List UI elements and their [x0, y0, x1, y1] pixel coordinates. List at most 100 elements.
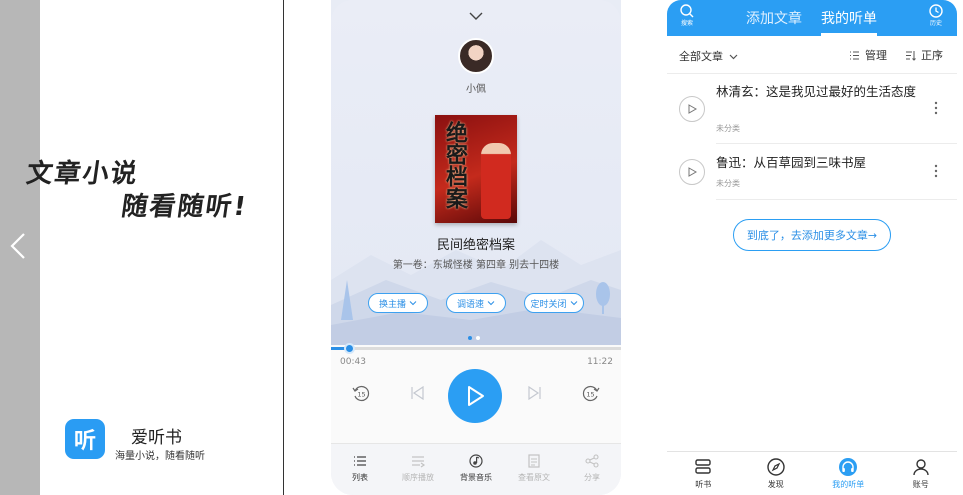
change-anchor-button[interactable]: 换主播	[368, 293, 428, 313]
filter-bar: 全部文章 管理 正序	[667, 36, 957, 74]
toolbar-background-music[interactable]: 背景音乐	[447, 444, 505, 495]
history-button[interactable]: 历史	[924, 3, 948, 27]
chevron-down-icon	[729, 54, 738, 59]
chevron-down-icon	[409, 301, 417, 306]
user-icon	[913, 459, 929, 476]
manage-label: 管理	[865, 49, 887, 62]
book-stack-icon	[695, 459, 711, 474]
forward-15-icon[interactable]: 15	[581, 383, 601, 403]
total-time: 11:22	[587, 357, 613, 367]
sort-button[interactable]: 正序	[905, 47, 943, 63]
book-title: 民间绝密档案	[436, 238, 515, 253]
more-vertical-icon[interactable]	[933, 163, 939, 179]
book-cover[interactable]: 绝密档案	[435, 115, 517, 223]
player-hero: 小佩 绝密档案 民间绝密档案 第一卷：东城怪楼 第四章 别去十四楼 换主播 调语…	[331, 0, 621, 345]
play-icon	[688, 104, 697, 114]
chevron-down-icon	[487, 301, 495, 306]
toolbar-label: 分享	[584, 473, 600, 482]
slogan-line-1: 文章小说	[24, 159, 141, 189]
player-toolbar: 列表 顺序播放 背景音乐 查看原文 分享	[331, 443, 621, 495]
pill-label: 换主播	[378, 299, 406, 310]
item-category: 未分类	[716, 124, 740, 133]
more-vertical-icon[interactable]	[933, 100, 939, 116]
chevron-down-icon[interactable]	[468, 8, 484, 24]
play-button[interactable]	[448, 369, 502, 423]
divider	[716, 143, 957, 144]
app-name: 爱听书	[131, 428, 182, 448]
chevron-down-icon	[570, 301, 577, 306]
pill-label: 定时关闭	[530, 299, 567, 310]
progress-knob[interactable]	[344, 343, 355, 354]
list-item[interactable]: 林清玄：这是我见过最好的生活态度 未分类	[667, 74, 957, 144]
toolbar-list[interactable]: 列表	[331, 444, 389, 495]
list-item[interactable]: 鲁迅：从百草园到三味书屋 未分类	[667, 145, 957, 200]
item-title: 林清玄：这是我见过最好的生活态度	[716, 84, 917, 99]
nav-discover[interactable]: 发现	[740, 452, 813, 495]
filter-dropdown[interactable]: 全部文章	[679, 48, 739, 64]
speed-button[interactable]: 调语速	[446, 293, 506, 313]
progress-bar[interactable]	[331, 343, 621, 354]
rewind-label: 15	[357, 391, 365, 399]
history-label: 历史	[929, 20, 942, 27]
add-more-articles-button[interactable]: 到底了，去添加更多文章→	[733, 219, 891, 251]
rewind-15-icon[interactable]: 15	[351, 383, 371, 403]
toolbar-view-original[interactable]: 查看原文	[505, 444, 563, 495]
compass-icon	[767, 458, 785, 476]
divider	[716, 199, 957, 200]
nav-label: 听书	[695, 480, 712, 489]
chevron-left-icon[interactable]	[4, 226, 34, 266]
toolbar-label: 背景音乐	[460, 473, 492, 482]
document-icon	[528, 454, 540, 468]
toolbar-label: 查看原文	[518, 473, 550, 482]
anchor-name: 小佩	[466, 84, 486, 95]
player-screen: 小佩 绝密档案 民间绝密档案 第一卷：东城怪楼 第四章 别去十四楼 换主播 调语…	[331, 0, 621, 495]
tab-add-article[interactable]: 添加文章	[746, 8, 802, 28]
side-strip	[0, 0, 40, 495]
toolbar-label: 列表	[352, 473, 368, 482]
cover-figure	[481, 143, 511, 219]
search-icon	[680, 4, 694, 18]
page-indicator	[468, 336, 480, 340]
share-icon	[585, 454, 599, 468]
anchor-avatar[interactable]	[458, 38, 494, 74]
forward-label: 15	[586, 391, 594, 399]
list-icon	[354, 456, 366, 466]
manage-button[interactable]: 管理	[849, 47, 887, 63]
toolbar-sequence[interactable]: 顺序播放	[389, 444, 447, 495]
play-icon	[468, 386, 484, 406]
item-category: 未分类	[716, 179, 740, 188]
slogan-line-2: 随看随听!	[119, 192, 250, 222]
next-icon[interactable]	[525, 383, 545, 403]
app-description: 海量小说，随看随听	[115, 451, 205, 462]
toolbar-label: 顺序播放	[402, 473, 434, 482]
my-list-screen: 搜索 添加文章 我的听单 历史 全部文章 管理 正序 林清玄：这是我见过最好的生…	[667, 0, 957, 495]
nav-label: 账号	[912, 480, 929, 489]
sleep-timer-button[interactable]: 定时关闭	[524, 293, 584, 313]
top-bar: 搜索 添加文章 我的听单 历史	[667, 0, 957, 36]
headphones-icon	[839, 458, 858, 476]
previous-icon[interactable]	[407, 383, 427, 403]
item-play-button[interactable]	[679, 159, 705, 185]
nav-my-list[interactable]: 我的听单	[812, 452, 885, 495]
search-button[interactable]: 搜索	[675, 3, 699, 27]
filter-label: 全部文章	[679, 50, 723, 63]
sequence-play-icon	[412, 456, 426, 468]
sort-icon	[906, 50, 916, 61]
app-logo-icon: 听	[65, 419, 105, 459]
tab-my-list[interactable]: 我的听单	[821, 8, 877, 28]
chapter-title: 第一卷：东城怪楼 第四章 别去十四楼	[392, 260, 560, 271]
nav-account[interactable]: 账号	[885, 452, 958, 495]
nav-label: 发现	[767, 480, 784, 489]
current-time: 00:43	[340, 357, 366, 367]
item-play-button[interactable]	[679, 96, 705, 122]
nav-listen-books[interactable]: 听书	[667, 452, 740, 495]
pill-label: 调语速	[456, 299, 484, 310]
music-icon	[469, 454, 483, 468]
clock-icon	[929, 4, 943, 18]
screenshot-stage: 文章小说 随看随听! 听 爱听书 海量小说，随看随听 小佩 绝密档案 民间绝密档…	[0, 0, 963, 495]
toolbar-share[interactable]: 分享	[563, 444, 621, 495]
manage-list-icon	[850, 51, 859, 59]
page-dot	[476, 336, 480, 340]
page-dot	[468, 336, 472, 340]
play-icon	[688, 167, 697, 177]
